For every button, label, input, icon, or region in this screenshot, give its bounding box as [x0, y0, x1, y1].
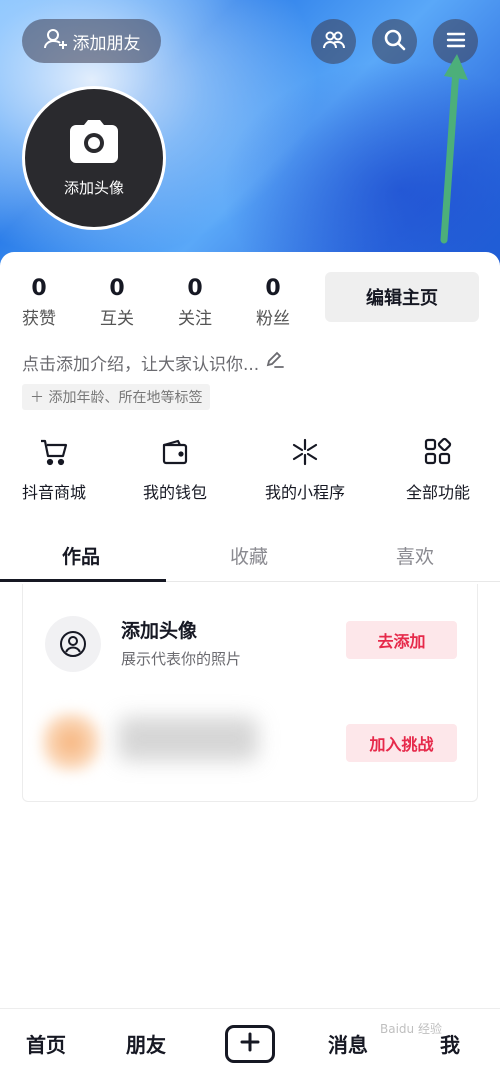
nav-messages[interactable]: 消息: [328, 1029, 368, 1058]
task-add-avatar: 添加头像 展示代表你的照片 去添加: [23, 604, 479, 684]
pencil-icon: [265, 351, 285, 374]
stat-label: 获赞: [22, 309, 56, 329]
camera-icon: [68, 119, 120, 169]
active-tab-indicator: [0, 579, 166, 582]
stat-value: 0: [187, 276, 203, 301]
stat-following[interactable]: 0 关注: [156, 276, 234, 329]
blurred-thumbnail: [41, 712, 101, 772]
search-icon: [383, 28, 407, 56]
add-tags-button[interactable]: ＋ 添加年龄、所在地等标签: [22, 384, 211, 410]
quick-action-wallet[interactable]: 我的钱包: [143, 437, 207, 503]
nav-friends[interactable]: 朋友: [126, 1029, 166, 1058]
create-post-button[interactable]: [225, 1025, 275, 1063]
stats-row: 0 获赞 0 互关 0 关注 0 粉丝: [0, 276, 312, 329]
plus-icon: [239, 1031, 261, 1057]
edit-profile-button[interactable]: 编辑主页: [325, 272, 479, 322]
stat-label: 关注: [178, 309, 212, 329]
watermark-text: Baidu 经验: [380, 1022, 442, 1036]
add-avatar-button[interactable]: 去添加: [346, 621, 457, 659]
tab-favorites[interactable]: 收藏: [230, 542, 268, 569]
quick-actions: 抖音商城 我的钱包 我的小程序 全部功能: [0, 437, 500, 507]
nav-me[interactable]: 我: [440, 1029, 460, 1058]
add-friend-button[interactable]: 添加朋友: [22, 19, 161, 63]
cart-icon: [39, 437, 69, 471]
tab-likes[interactable]: 喜欢: [396, 542, 434, 569]
stat-value: 0: [265, 276, 281, 301]
profile-card: 0 获赞 0 互关 0 关注 0 粉丝 编辑主页 点击添加介绍，让大家认识你..…: [0, 252, 500, 1075]
user-circle-icon: [45, 616, 101, 672]
mini-program-icon: [290, 437, 320, 471]
friends-button[interactable]: [311, 19, 356, 64]
task-subtitle: 展示代表你的照片: [121, 650, 242, 668]
tab-works[interactable]: 作品: [62, 542, 100, 569]
stat-followers[interactable]: 0 粉丝: [234, 276, 312, 329]
avatar-label: 添加头像: [63, 178, 124, 197]
quick-action-mall[interactable]: 抖音商城: [22, 437, 86, 503]
join-challenge-button[interactable]: 加入挑战: [346, 724, 457, 762]
friends-icon: [322, 29, 346, 55]
wallet-icon: [160, 437, 190, 471]
stat-value: 0: [109, 276, 125, 301]
blurred-text: [118, 717, 258, 761]
content-tabs: 作品 收藏 喜欢: [0, 532, 500, 582]
nav-home[interactable]: 首页: [26, 1029, 66, 1058]
grid-icon: [423, 437, 453, 471]
quick-action-label: 抖音商城: [22, 483, 87, 502]
intro-field[interactable]: 点击添加介绍，让大家认识你...: [22, 350, 285, 375]
avatar-upload[interactable]: 添加头像: [22, 86, 166, 230]
bottom-navigation: 首页 朋友 消息 我: [0, 1008, 500, 1075]
onboarding-tasks: 添加头像 展示代表你的照片 去添加 加入挑战: [22, 584, 478, 802]
add-friend-label: 添加朋友: [72, 33, 141, 54]
task-join-challenge: 加入挑战: [23, 702, 479, 782]
stat-value: 0: [31, 276, 47, 301]
quick-action-mini-programs[interactable]: 我的小程序: [265, 437, 345, 503]
task-title: 添加头像: [121, 620, 198, 642]
intro-placeholder: 点击添加介绍，让大家认识你...: [22, 355, 260, 375]
stat-label: 互关: [100, 309, 134, 329]
search-button[interactable]: [372, 19, 417, 64]
stat-mutual[interactable]: 0 互关: [78, 276, 156, 329]
quick-action-all-features[interactable]: 全部功能: [406, 437, 470, 503]
quick-action-label: 我的钱包: [143, 483, 208, 502]
stat-label: 粉丝: [256, 309, 290, 329]
quick-action-label: 我的小程序: [265, 483, 346, 502]
stat-likes[interactable]: 0 获赞: [0, 276, 78, 329]
annotation-arrow-icon: [440, 54, 468, 244]
quick-action-label: 全部功能: [406, 483, 471, 502]
add-user-icon: [43, 27, 69, 56]
